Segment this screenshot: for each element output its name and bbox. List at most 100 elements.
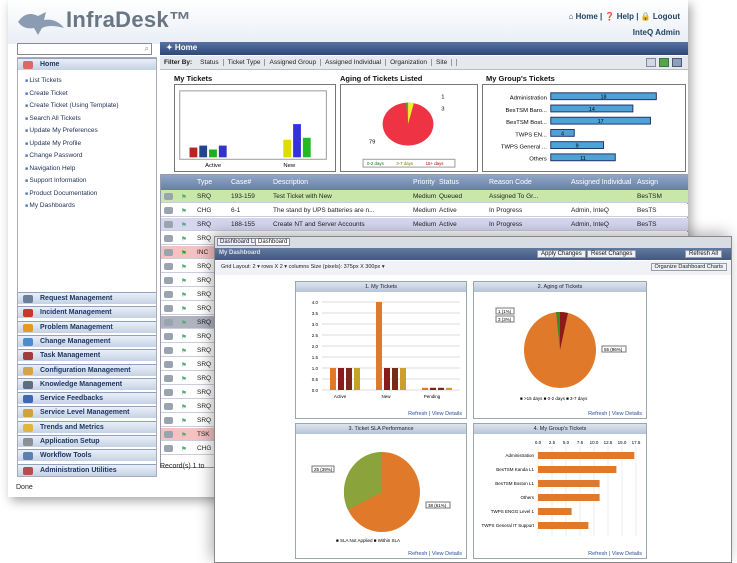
table-row[interactable]: ⚑ CHG 6-1 The stand by UPS batteries are n.…: [161, 204, 688, 217]
sidebar-link[interactable]: Update My Preferences: [25, 127, 97, 134]
sidebar-section[interactable]: Problem Management: [18, 320, 156, 333]
filter-item[interactable]: Assigned Individual: [321, 59, 387, 66]
panel-footer-links[interactable]: Refresh | View Details: [588, 411, 642, 417]
column-header[interactable]: Assigned Individual: [571, 179, 631, 186]
filter-item[interactable]: Ticket Type: [223, 59, 266, 66]
ticket-icon[interactable]: [164, 193, 173, 200]
sidebar-link[interactable]: Update My Profile: [25, 140, 81, 147]
sidebar-section[interactable]: Incident Management: [18, 306, 156, 319]
panel-footer-links[interactable]: Refresh | View Details: [408, 411, 462, 417]
ticket-icon[interactable]: [164, 431, 173, 438]
column-header[interactable]: Status: [439, 179, 459, 186]
ticket-icon[interactable]: [164, 305, 173, 312]
sidebar-home[interactable]: Home: [18, 58, 156, 70]
dashboard-title: My Dashboard: [219, 250, 261, 256]
table-cell: Medium: [413, 193, 437, 200]
panel-footer-links[interactable]: Refresh | View Details: [588, 551, 642, 557]
column-header[interactable]: Assign: [637, 179, 658, 186]
dash-bar: [384, 368, 390, 390]
ticket-icon[interactable]: [164, 277, 173, 284]
table-cell: SRQ: [197, 291, 212, 298]
toolbar-buttons: [646, 58, 682, 67]
sidebar-section[interactable]: Trends and Metrics: [18, 420, 156, 433]
ticket-icon[interactable]: [164, 403, 173, 410]
table-cell: SRQ: [197, 375, 212, 382]
ticket-icon[interactable]: [164, 207, 173, 214]
sidebar-section[interactable]: Administration Utilities: [18, 463, 156, 476]
filter-item[interactable]: Assigned Group: [265, 59, 322, 66]
organize-charts-button[interactable]: Organize Dashboard Charts: [650, 263, 727, 271]
my-tickets-chart: Active New: [174, 84, 336, 172]
sidebar-section[interactable]: Service Level Management: [18, 406, 156, 419]
export-icon[interactable]: [659, 58, 669, 67]
section-icon: [23, 352, 33, 361]
x-tick: 5.0: [563, 440, 570, 445]
apply-changes-button[interactable]: Apply Changes: [537, 250, 586, 258]
ticket-icon[interactable]: [164, 361, 173, 368]
ticket-icon[interactable]: [164, 221, 173, 228]
print-icon[interactable]: [646, 58, 656, 67]
search-icon[interactable]: ⌕: [145, 44, 149, 54]
refresh-icon[interactable]: [672, 58, 682, 67]
logo-icon: [18, 12, 64, 35]
ticket-icon[interactable]: [164, 319, 173, 326]
dash-bar-chart: 4.0 3.5 3.0 2.5 2.0 1.5 1.0 0.5 0.0 Active New Pend…: [312, 300, 460, 399]
sidebar-section[interactable]: Change Management: [18, 334, 156, 347]
ticket-icon[interactable]: [164, 291, 173, 298]
table-row[interactable]: ⚑ SRQ 188-155 Create NT and Server Accounts…: [161, 218, 688, 231]
column-header[interactable]: Description: [273, 179, 308, 186]
table-cell: Active: [439, 207, 457, 214]
sidebar-section[interactable]: Task Management: [18, 349, 156, 362]
y-tick: 2.5: [312, 333, 319, 338]
sidebar-link[interactable]: My Dashboards: [25, 202, 75, 209]
ticket-icon[interactable]: [164, 445, 173, 452]
sidebar-link[interactable]: Support Information: [25, 177, 86, 184]
group-bar: [538, 466, 617, 473]
panel-footer-links[interactable]: Refresh | View Details: [408, 551, 462, 557]
top-links[interactable]: ⌂ Home | ❓ Help | 🔒 Logout: [569, 12, 680, 21]
search-input[interactable]: ⌕: [17, 43, 152, 55]
ticket-icon[interactable]: [164, 263, 173, 270]
sidebar-link[interactable]: Navigation Help: [25, 165, 75, 172]
column-header[interactable]: Reason Code: [489, 179, 532, 186]
ticket-icon[interactable]: [164, 417, 173, 424]
sidebar-link[interactable]: List Tickets: [25, 77, 61, 84]
sidebar-section[interactable]: Service Feedbacks: [18, 392, 156, 405]
ticket-icon[interactable]: [164, 333, 173, 340]
column-header[interactable]: Case#: [231, 179, 251, 186]
flag-icon: ⚑: [181, 222, 187, 229]
sidebar-section[interactable]: Request Management: [18, 292, 156, 304]
tab-dashboard[interactable]: Dashboard: [255, 238, 291, 246]
sidebar-section[interactable]: Configuration Management: [18, 363, 156, 376]
ticket-icon[interactable]: [164, 375, 173, 382]
sidebar-link[interactable]: Product Documentation: [25, 190, 97, 197]
column-header[interactable]: Type: [197, 179, 212, 186]
ticket-icon[interactable]: [164, 347, 173, 354]
filter-item[interactable]: Organization: [386, 59, 432, 66]
sidebar-section[interactable]: Application Setup: [18, 435, 156, 447]
table-cell: 188-155: [231, 221, 255, 228]
sidebar-link[interactable]: Change Password: [25, 152, 82, 159]
table-row[interactable]: ⚑ SRQ 193-159 Test Ticket with New Medium Que…: [161, 190, 688, 203]
column-header[interactable]: Priority: [413, 179, 435, 186]
ticket-icon[interactable]: [164, 249, 173, 256]
y-tick: 0.0: [312, 388, 319, 393]
nav-home[interactable]: ✦ Home: [160, 42, 688, 55]
sidebar-link[interactable]: Create Ticket (Using Template): [25, 102, 118, 109]
flag-icon: ⚑: [181, 320, 187, 327]
filter-item[interactable]: Site: [431, 59, 453, 66]
section-label: Incident Management: [40, 309, 112, 317]
aging-legend: ■ >15 days ■ 0-2 days ■ 3-7 days: [520, 396, 588, 401]
section-label: Administration Utilities: [40, 466, 117, 474]
sidebar-section[interactable]: Workflow Tools: [18, 449, 156, 462]
sidebar-link[interactable]: Search All Tickets: [25, 115, 80, 122]
flag-icon: ⚑: [181, 208, 187, 215]
sidebar-link[interactable]: Create Ticket: [25, 90, 67, 97]
reset-changes-button[interactable]: Reset Changes: [587, 250, 637, 258]
filter-item[interactable]: Status: [196, 59, 224, 66]
refresh-all-button[interactable]: Refresh All: [685, 250, 723, 258]
ticket-icon[interactable]: [164, 389, 173, 396]
ticket-icon[interactable]: [164, 235, 173, 242]
table-cell: Medium: [413, 207, 437, 214]
sidebar-section[interactable]: Knowledge Management: [18, 377, 156, 390]
